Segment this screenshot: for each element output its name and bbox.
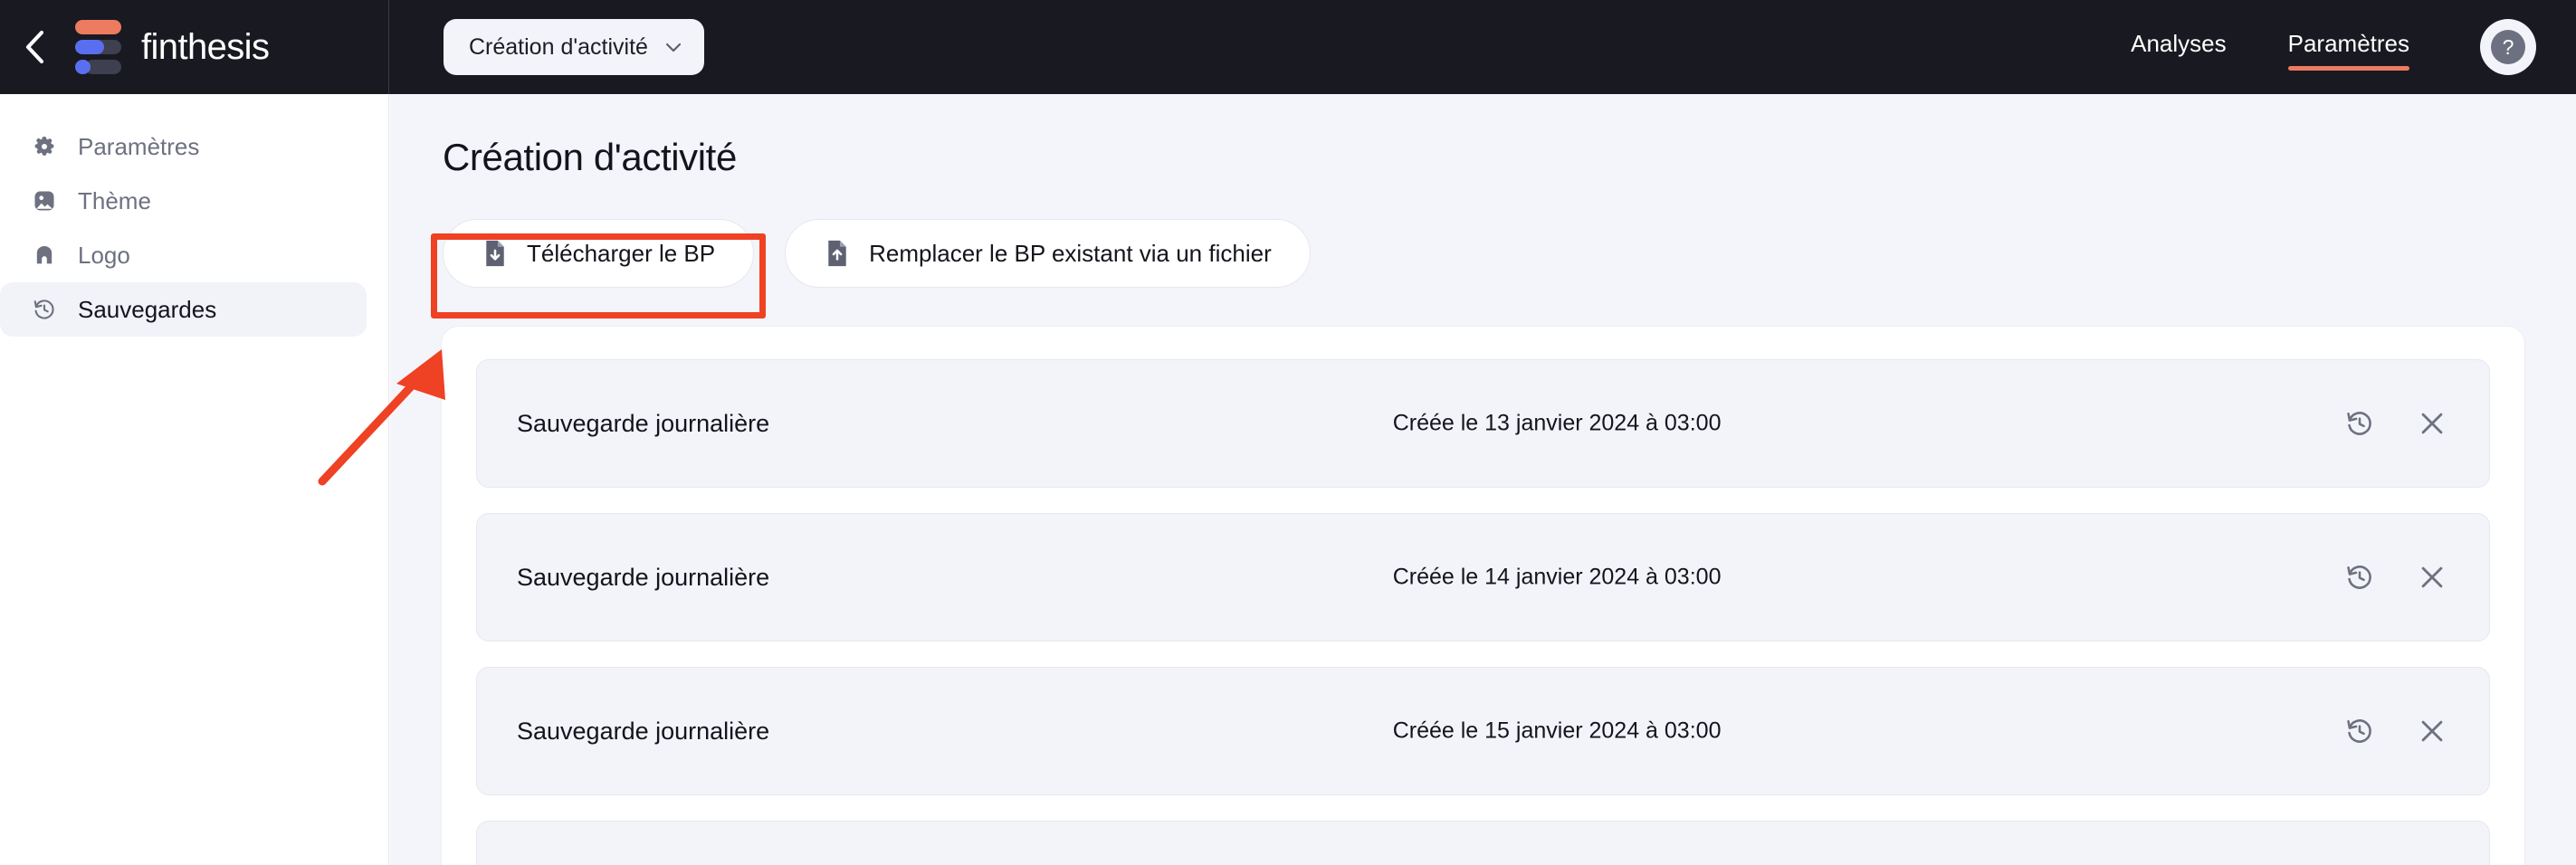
backup-date: Créée le 13 janvier 2024 à 03:00 bbox=[1392, 410, 1722, 436]
backup-date: Créée le 14 janvier 2024 à 03:00 bbox=[1392, 564, 1722, 590]
sidebar-item-theme[interactable]: Thème bbox=[0, 174, 367, 228]
row-actions bbox=[2344, 562, 2447, 593]
history-icon bbox=[31, 296, 58, 323]
download-bp-label: Télécharger le BP bbox=[527, 239, 716, 267]
restore-icon[interactable] bbox=[2344, 716, 2375, 746]
table-row[interactable]: Sauvegarde journalière Créée le 14 janvi… bbox=[476, 513, 2490, 642]
row-actions bbox=[2344, 408, 2447, 439]
row-spacer bbox=[517, 822, 2447, 865]
logo-bar-blue-1 bbox=[75, 40, 104, 54]
close-icon[interactable] bbox=[2417, 716, 2447, 746]
sidebar-item-sauvegardes[interactable]: Sauvegardes bbox=[0, 282, 367, 337]
top-bar: finthesis Création d'activité Analyses P… bbox=[0, 0, 2576, 94]
back-button[interactable] bbox=[7, 29, 63, 65]
file-upload-icon bbox=[828, 240, 846, 267]
backup-date: Créée le 15 janvier 2024 à 03:00 bbox=[1392, 718, 1722, 744]
file-download-icon bbox=[486, 240, 504, 267]
row-spacer: Créée le 15 janvier 2024 à 03:00 bbox=[769, 668, 2344, 794]
top-nav-item-parametres[interactable]: Paramètres bbox=[2286, 24, 2411, 71]
brand-zone: finthesis bbox=[0, 0, 389, 94]
sidebar-label-parametres: Paramètres bbox=[78, 132, 200, 160]
replace-bp-button[interactable]: Remplacer le BP existant via un fichier bbox=[785, 219, 1311, 288]
backup-name: Sauvegarde journalière bbox=[517, 563, 770, 591]
table-row[interactable] bbox=[476, 821, 2490, 865]
row-spacer: Créée le 14 janvier 2024 à 03:00 bbox=[769, 514, 2344, 641]
logo-bar-blue-2 bbox=[75, 60, 91, 74]
top-nav-item-analyses[interactable]: Analyses bbox=[2129, 24, 2228, 71]
logo-bar-dark-2 bbox=[85, 60, 121, 74]
table-row[interactable]: Sauvegarde journalière Créée le 15 janvi… bbox=[476, 667, 2490, 795]
top-nav-label-parametres: Paramètres bbox=[2287, 29, 2409, 57]
help-button[interactable]: ? bbox=[2480, 19, 2536, 75]
sidebar-label-logo: Logo bbox=[78, 241, 130, 269]
restore-icon[interactable] bbox=[2344, 408, 2375, 439]
backups-list-card: Sauvegarde journalière Créée le 13 janvi… bbox=[441, 326, 2525, 865]
sidebar-item-logo[interactable]: Logo bbox=[0, 228, 367, 282]
chevron-left-icon bbox=[25, 30, 44, 64]
activity-selector[interactable]: Création d'activité bbox=[444, 19, 704, 75]
finthesis-logo-icon bbox=[74, 20, 121, 74]
chevron-down-icon bbox=[665, 43, 682, 52]
action-button-row: Télécharger le BP Remplacer le BP exista… bbox=[443, 219, 2525, 288]
restore-icon[interactable] bbox=[2344, 562, 2375, 593]
row-spacer: Créée le 13 janvier 2024 à 03:00 bbox=[769, 360, 2344, 487]
help-circle-icon: ? bbox=[2491, 30, 2525, 64]
sidebar-label-sauvegardes: Sauvegardes bbox=[78, 295, 217, 323]
sidebar: Paramètres Thème Logo Sauvegardes bbox=[0, 94, 389, 865]
activity-selector-label: Création d'activité bbox=[469, 33, 648, 60]
home-icon bbox=[31, 242, 58, 269]
close-icon[interactable] bbox=[2417, 562, 2447, 593]
sidebar-item-parametres[interactable]: Paramètres bbox=[0, 119, 367, 174]
top-nav-label-analyses: Analyses bbox=[2131, 29, 2227, 57]
page-title: Création d'activité bbox=[443, 136, 737, 178]
download-bp-button[interactable]: Télécharger le BP bbox=[443, 219, 755, 288]
close-icon[interactable] bbox=[2417, 408, 2447, 439]
backup-name: Sauvegarde journalière bbox=[517, 717, 770, 745]
brand-name: finthesis bbox=[141, 26, 270, 67]
row-actions bbox=[2344, 716, 2447, 746]
table-row[interactable]: Sauvegarde journalière Créée le 13 janvi… bbox=[476, 359, 2490, 488]
backup-name: Sauvegarde journalière bbox=[517, 409, 770, 437]
image-icon bbox=[31, 187, 58, 214]
top-nav: Analyses Paramètres ? bbox=[2129, 19, 2576, 75]
replace-bp-label: Remplacer le BP existant via un fichier bbox=[869, 239, 1272, 267]
gear-icon bbox=[31, 133, 58, 160]
logo-bar-orange bbox=[75, 20, 121, 34]
sidebar-label-theme: Thème bbox=[78, 186, 151, 214]
app-root: finthesis Création d'activité Analyses P… bbox=[0, 0, 2576, 865]
main-content: Création d'activité Télécharger le BP Re… bbox=[390, 94, 2576, 865]
